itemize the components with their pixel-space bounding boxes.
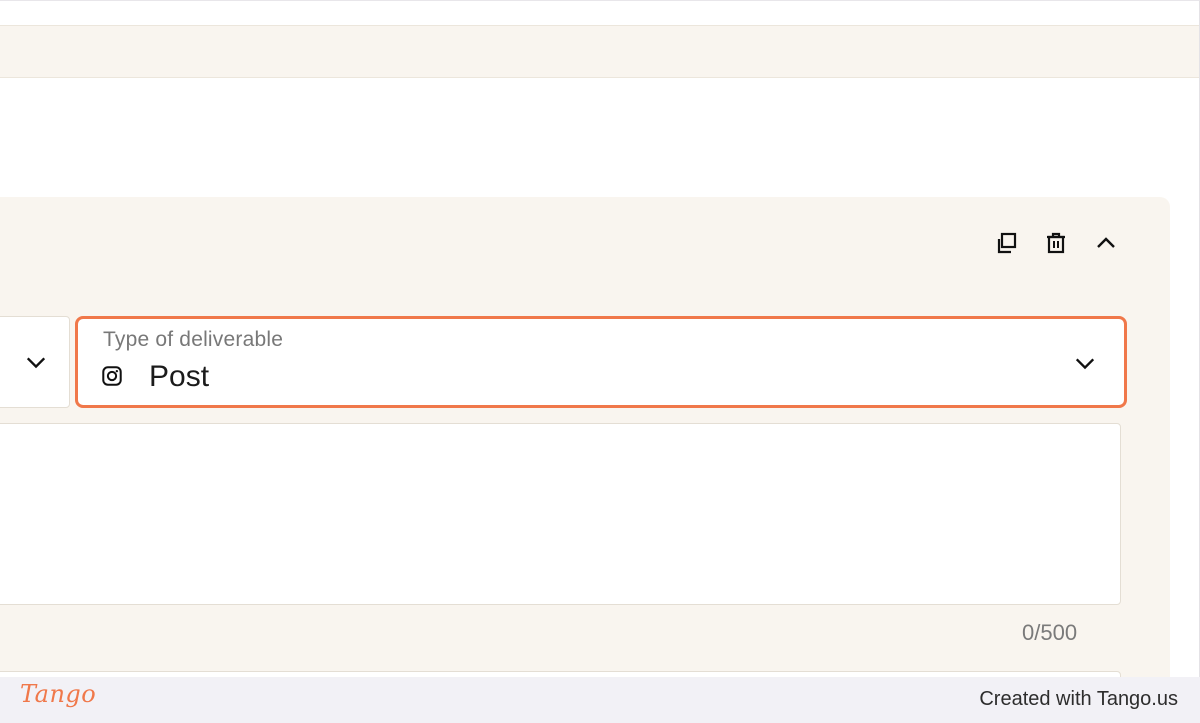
card-actions [990, 227, 1122, 259]
chevron-down-icon [1075, 358, 1095, 370]
description-textarea[interactable] [0, 423, 1121, 605]
delete-button[interactable] [1040, 227, 1072, 259]
top-bar [0, 25, 1199, 78]
collapse-button[interactable] [1090, 227, 1122, 259]
deliverable-type-label: Type of deliverable [103, 328, 284, 351]
chevron-up-icon [1097, 237, 1115, 248]
duplicate-icon [997, 232, 1017, 254]
trash-icon [1047, 232, 1065, 254]
app-frame: Type of deliverable Post 0/500 [0, 0, 1200, 677]
footer-credit: Created with Tango.us [979, 688, 1178, 710]
instagram-icon [102, 366, 122, 386]
deliverable-type-value: Post [149, 360, 210, 393]
char-counter: 0/500 [1022, 620, 1078, 645]
duplicate-button[interactable] [990, 227, 1022, 259]
tango-logo: Tango [20, 680, 97, 708]
deliverable-type-select[interactable]: Type of deliverable Post [75, 316, 1127, 408]
platform-select[interactable] [0, 316, 70, 408]
chevron-down-icon [26, 357, 46, 369]
